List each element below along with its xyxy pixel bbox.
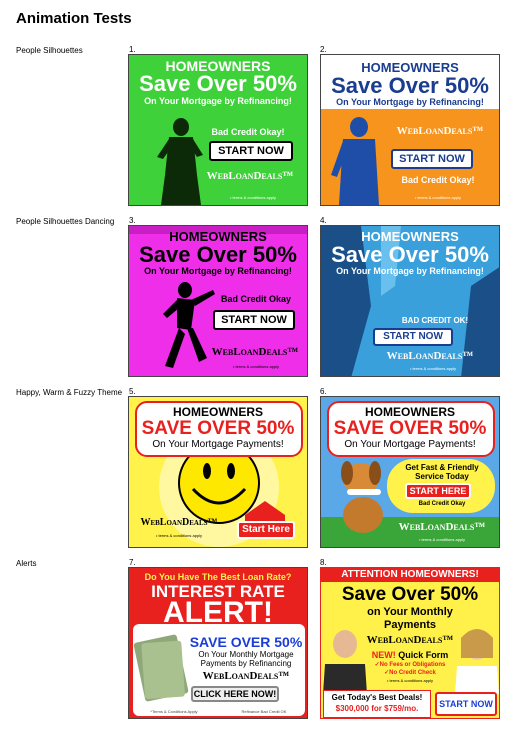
banner-ad-2[interactable]: HOMEOWNERS Save Over 50% On Your Mortgag…	[320, 54, 500, 206]
row-label-alerts: Alerts	[16, 559, 37, 568]
ad-number: 3.	[129, 216, 136, 225]
subheadline: On Your Mortgage by Refinancing!	[144, 96, 292, 106]
logo: WebLoanDeals™	[140, 517, 218, 528]
save-text: SAVE OVER 50%	[189, 634, 303, 650]
row-label-happy: Happy, Warm & Fuzzy Theme	[16, 388, 123, 397]
subheadline-2: Payments by Refinancing	[200, 659, 292, 668]
banner-ad-4[interactable]: HOMEOWNERS Save Over 50% On Your Mortgag…	[320, 225, 500, 377]
save-text: SAVE OVER 50%	[333, 418, 487, 439]
start-now-button[interactable]: START NOW	[391, 149, 473, 169]
terms-text: • terms & conditions apply	[414, 195, 462, 200]
ad-number: 6.	[320, 387, 327, 396]
logo: WebLoanDeals™	[366, 634, 454, 646]
alert-line-2: ALERT!	[163, 596, 273, 629]
save-text: Save Over 50%	[341, 584, 479, 605]
logo: WebLoanDeals™	[398, 521, 486, 533]
credit-text: Refinance Bad Credit OK	[241, 709, 287, 714]
banner-ad-3[interactable]: HOMEOWNERS Save Over 50% On Your Mortgag…	[128, 225, 308, 377]
credit-text: Bad Credit Okay!	[211, 127, 285, 137]
ad-number: 4.	[320, 216, 327, 225]
start-now-button[interactable]: START NOW	[373, 328, 453, 346]
question-text: Do You Have The Best Loan Rate?	[144, 572, 292, 582]
subheadline: On Your Mortgage by Refinancing!	[144, 266, 292, 276]
ad-number: 8.	[320, 558, 327, 567]
terms-text: • terms & conditions apply	[409, 366, 457, 371]
banner-ad-7[interactable]: Do You Have The Best Loan Rate? INTEREST…	[128, 567, 308, 719]
service-line-1: Get Fast & Friendly	[405, 463, 479, 472]
quick-form-text: NEW! Quick Form	[321, 650, 499, 660]
save-text: Save Over 50%	[139, 242, 297, 267]
subheadline: On Your Mortgage Payments!	[152, 439, 284, 450]
headline: HOMEOWNERS	[365, 405, 455, 419]
banner-ad-1[interactable]: HOMEOWNERS Save Over 50% On Your Mortgag…	[128, 54, 308, 206]
start-here-button[interactable]: START HERE	[405, 483, 471, 499]
subheadline: On Your Mortgage Payments!	[344, 439, 476, 450]
credit-text: Bad Credit Okay!	[401, 175, 475, 185]
terms-text: • terms & conditions apply	[232, 364, 280, 369]
logo: WebLoanDeals™	[202, 670, 290, 682]
logo: WebLoanDeals™	[211, 346, 299, 358]
subheadline-2: Payments	[384, 619, 436, 631]
logo: WebLoanDeals™	[386, 350, 474, 362]
attention-text: ATTENTION HOMEOWNERS!	[341, 569, 479, 580]
start-now-button[interactable]: START NOW	[209, 141, 293, 161]
subheadline: On Your Mortgage by Refinancing!	[336, 266, 484, 276]
ad-number: 1.	[129, 45, 136, 54]
credit-text: Bad Credit Okay	[220, 294, 292, 304]
terms-text: • terms & conditions apply	[418, 537, 466, 542]
ad-number: 2.	[320, 45, 327, 54]
deal-line-2: $300,000 for $759/mo.	[335, 704, 419, 713]
start-now-button[interactable]: START NOW	[435, 692, 497, 716]
subheadline-1: on Your Monthly	[367, 606, 453, 618]
ad-number: 7.	[129, 558, 136, 567]
click-here-now-button[interactable]: CLICK HERE NOW!	[191, 686, 279, 702]
start-here-button[interactable]: Start Here	[237, 521, 295, 539]
logo: WebLoanDeals™	[396, 125, 484, 137]
save-text: Save Over 50%	[139, 71, 297, 96]
start-now-button[interactable]: START NOW	[213, 310, 295, 330]
credit-text: BAD CREDIT OK!	[401, 316, 469, 325]
banner-ad-5[interactable]: HOMEOWNERS SAVE OVER 50% On Your Mortgag…	[128, 396, 308, 548]
subheadline-1: On Your Monthly Mortgage	[198, 650, 294, 659]
terms-text: • terms & conditions apply	[155, 533, 203, 538]
terms-text: • terms & conditions apply	[229, 195, 277, 200]
page-title: Animation Tests	[16, 10, 132, 27]
save-text: Save Over 50%	[331, 242, 489, 267]
terms-text: *Terms & Conditions Apply	[150, 709, 198, 714]
ad-number: 5.	[129, 387, 136, 396]
banner-ad-8[interactable]: ATTENTION HOMEOWNERS! Save Over 50% on Y…	[320, 567, 500, 719]
logo: WebLoanDeals™	[206, 170, 294, 182]
subheadline: On Your Mortgage by Refinancing!	[336, 97, 484, 107]
banner-ad-6[interactable]: HOMEOWNERS SAVE OVER 50% On Your Mortgag…	[320, 396, 500, 548]
deal-line-1: Get Today's Best Deals!	[331, 693, 423, 702]
check-no-fees: ✓No Fees or Obligations	[374, 662, 446, 668]
new-label: NEW!	[371, 650, 396, 660]
save-text: Save Over 50%	[331, 73, 489, 98]
terms-text: • terms & conditions apply	[386, 678, 434, 683]
quick-form-label: Quick Form	[398, 650, 449, 660]
credit-text: Bad Credit Okay	[418, 501, 466, 507]
row-label-silhouettes: People Silhouettes	[16, 46, 83, 55]
row-label-dancing: People Silhouettes Dancing	[16, 217, 115, 226]
headline: HOMEOWNERS	[173, 405, 263, 419]
check-no-credit: ✓No Credit Check	[384, 670, 436, 676]
save-text: SAVE OVER 50%	[141, 418, 295, 439]
service-line-2: Service Today	[415, 472, 469, 481]
